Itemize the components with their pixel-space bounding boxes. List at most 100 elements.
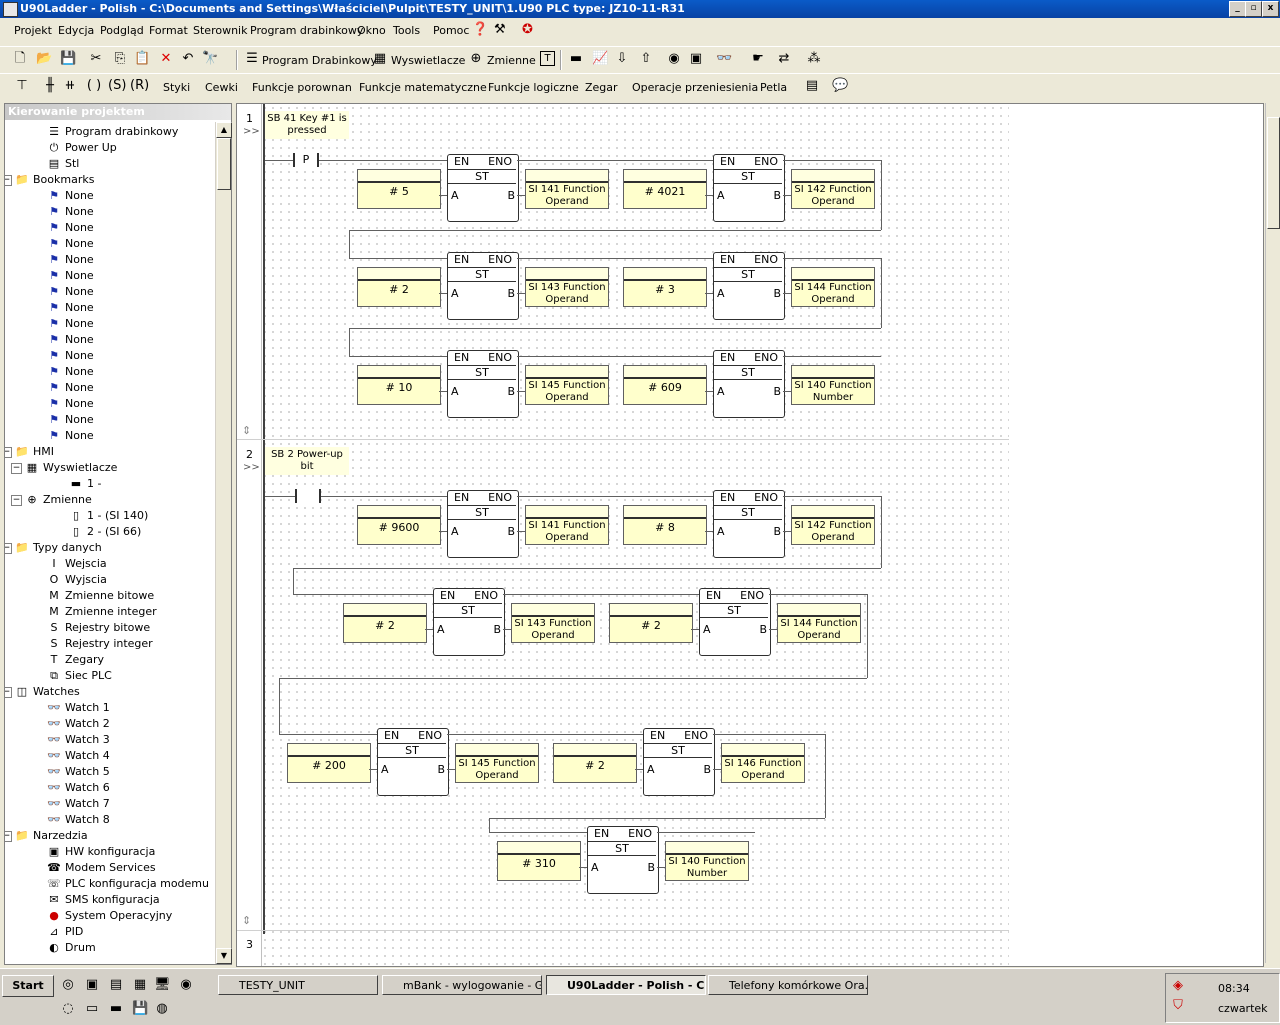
- tree-item[interactable]: ☰ Program drabinkowy: [47, 124, 178, 140]
- tree-item[interactable]: ⚑ None: [47, 284, 94, 300]
- tree-item[interactable]: S Rejestry bitowe: [47, 620, 151, 636]
- tree-item[interactable]: ⊕ Zmienne: [25, 492, 91, 508]
- paste-icon[interactable]: 📋: [134, 51, 150, 67]
- petla-dropdown[interactable]: Petla: [760, 81, 787, 94]
- store-function-block[interactable]: EN ENO ST A B: [713, 490, 785, 558]
- chrome-icon[interactable]: ◍: [154, 1001, 170, 1017]
- floppy-icon[interactable]: 💾: [132, 1001, 148, 1017]
- operand-value-box[interactable]: # 9600: [357, 505, 441, 545]
- funkcje-porownan-dropdown[interactable]: Funkcje porownan: [252, 81, 352, 94]
- tree-item[interactable]: 📁 Bookmarks: [15, 172, 94, 188]
- funkcje-matematyczne-dropdown[interactable]: Funkcje matematyczne: [359, 81, 487, 94]
- tree-item[interactable]: ☎ Modem Services: [47, 860, 155, 876]
- positive-transition-contact[interactable]: P: [293, 153, 319, 167]
- tree-item[interactable]: 👓 Watch 6: [47, 780, 110, 796]
- tree-item[interactable]: 📁 Narzedzia: [15, 828, 87, 844]
- menu-sterownik[interactable]: Sterownik: [193, 24, 247, 37]
- ladder-scrollbar[interactable]: [1265, 103, 1280, 963]
- tree-item[interactable]: ⚑ None: [47, 316, 94, 332]
- styki-dropdown[interactable]: Styki: [163, 81, 190, 94]
- scroll-down-icon[interactable]: ▼: [216, 948, 232, 964]
- save-icon[interactable]: 💾: [60, 51, 76, 67]
- tree-item[interactable]: ▣ HW konfiguracja: [47, 844, 156, 860]
- operand-value-box[interactable]: # 2: [609, 603, 693, 643]
- globe-icon[interactable]: ◌: [60, 1001, 76, 1017]
- tree-item[interactable]: ☏ PLC konfiguracja modemu: [47, 876, 209, 892]
- operand-value-box[interactable]: # 609: [623, 365, 707, 405]
- undo-icon[interactable]: ↶: [180, 51, 196, 67]
- ladder-program-icon[interactable]: ☰: [244, 51, 260, 67]
- delete-icon[interactable]: ✕: [158, 51, 174, 67]
- tree-item[interactable]: ⚑ None: [47, 412, 94, 428]
- desktop-icon[interactable]: ▣: [84, 977, 100, 993]
- target-operand-box[interactable]: SI 140 Function Number: [791, 365, 875, 405]
- tools-icon[interactable]: ⚒: [494, 22, 506, 37]
- wyswietlacze-button[interactable]: Wyswietlacze: [391, 54, 465, 67]
- new-file-icon[interactable]: 🗋: [12, 51, 28, 67]
- tree-item[interactable]: ▯ 1 - (SI 140): [69, 508, 148, 524]
- no-contact[interactable]: [295, 489, 321, 503]
- target-operand-box[interactable]: SI 144 Function Operand: [791, 267, 875, 307]
- test-icon[interactable]: ▣: [688, 51, 704, 67]
- target-operand-box[interactable]: SI 143 Function Operand: [511, 603, 595, 643]
- grid-icon[interactable]: ⁂: [806, 51, 822, 67]
- store-function-block[interactable]: EN ENO ST A B: [447, 350, 519, 418]
- tree-item[interactable]: ● System Operacyjny: [47, 908, 172, 924]
- tree-expander-icon[interactable]: −: [5, 175, 12, 186]
- hand-icon[interactable]: ☛: [750, 51, 766, 67]
- funkcje-logiczne-dropdown[interactable]: Funkcje logiczne: [488, 81, 579, 94]
- menu-format[interactable]: Format: [149, 24, 188, 37]
- zegar-dropdown[interactable]: Zegar: [585, 81, 618, 94]
- menu-tools[interactable]: Tools: [393, 24, 420, 37]
- store-function-block[interactable]: EN ENO ST A B: [713, 252, 785, 320]
- set-coil-icon[interactable]: (S): [108, 78, 126, 94]
- tree-item[interactable]: ⏻ Power Up: [47, 140, 117, 156]
- plc-icon[interactable]: ▬: [568, 51, 584, 67]
- tree-expander-icon[interactable]: −: [5, 831, 12, 842]
- notes-icon[interactable]: ▭: [84, 1001, 100, 1017]
- variables-icon[interactable]: ⊕: [468, 51, 484, 67]
- target-operand-box[interactable]: SI 141 Function Operand: [525, 505, 609, 545]
- operand-value-box[interactable]: # 8: [623, 505, 707, 545]
- zmienne-button[interactable]: Zmienne: [487, 54, 536, 67]
- tree-item[interactable]: ⚑ None: [47, 332, 94, 348]
- rung-arrow[interactable]: >>: [243, 462, 260, 473]
- comment-icon[interactable]: 💬: [832, 78, 848, 94]
- rung-comment[interactable]: SB 2 Power-up bit: [265, 447, 349, 475]
- tree-item[interactable]: 📁 Typy danych: [15, 540, 102, 556]
- tree-item[interactable]: 👓 Watch 3: [47, 732, 110, 748]
- contact-nc-icon[interactable]: ⧺: [62, 78, 78, 94]
- tree-item[interactable]: 📁 HMI: [15, 444, 54, 460]
- displays-icon[interactable]: ▦: [372, 51, 388, 67]
- close-button[interactable]: x: [1262, 1, 1279, 17]
- tree-item[interactable]: ⚑ None: [47, 348, 94, 364]
- tree-item[interactable]: ⚑ None: [47, 300, 94, 316]
- tree-item[interactable]: ▦ Wyswietlacze: [25, 460, 118, 476]
- tree-item[interactable]: ⚑ None: [47, 428, 94, 444]
- operand-value-box[interactable]: # 310: [497, 841, 581, 881]
- operand-value-box[interactable]: # 10: [357, 365, 441, 405]
- tree-expander-icon[interactable]: −: [5, 687, 12, 698]
- store-function-block[interactable]: EN ENO ST A B: [447, 490, 519, 558]
- store-function-block[interactable]: EN ENO ST A B: [377, 728, 449, 796]
- tree-item[interactable]: T Zegary: [47, 652, 104, 668]
- tree-item[interactable]: 👓 Watch 2: [47, 716, 110, 732]
- help-icon[interactable]: ❓: [472, 22, 488, 37]
- clock-time[interactable]: 08:34: [1218, 982, 1250, 995]
- acrobat-icon[interactable]: ◈: [1170, 978, 1186, 994]
- operand-value-box[interactable]: # 3: [623, 267, 707, 307]
- reset-coil-icon[interactable]: (R): [130, 78, 149, 94]
- cmd-icon[interactable]: ▬: [108, 1001, 124, 1017]
- tree-item[interactable]: M Zmienne bitowe: [47, 588, 154, 604]
- tree-item[interactable]: 👓 Watch 5: [47, 764, 110, 780]
- app-quicklaunch-icon[interactable]: ▦: [132, 977, 148, 993]
- tree-item[interactable]: ⚑ None: [47, 268, 94, 284]
- menu-podglad[interactable]: Podgląd: [100, 24, 144, 37]
- communication-icon[interactable]: ⇄: [776, 51, 792, 67]
- scroll-up-icon[interactable]: ▲: [216, 122, 232, 138]
- menu-pomoc[interactable]: Pomoc: [433, 24, 469, 37]
- t-icon[interactable]: T: [540, 51, 555, 66]
- task-mbank[interactable]: mBank - wylogowanie - G...: [382, 975, 542, 995]
- rung-comment[interactable]: SB 41 Key #1 is pressed: [265, 111, 349, 139]
- tree-scrollbar[interactable]: ▲ ▼: [215, 122, 232, 964]
